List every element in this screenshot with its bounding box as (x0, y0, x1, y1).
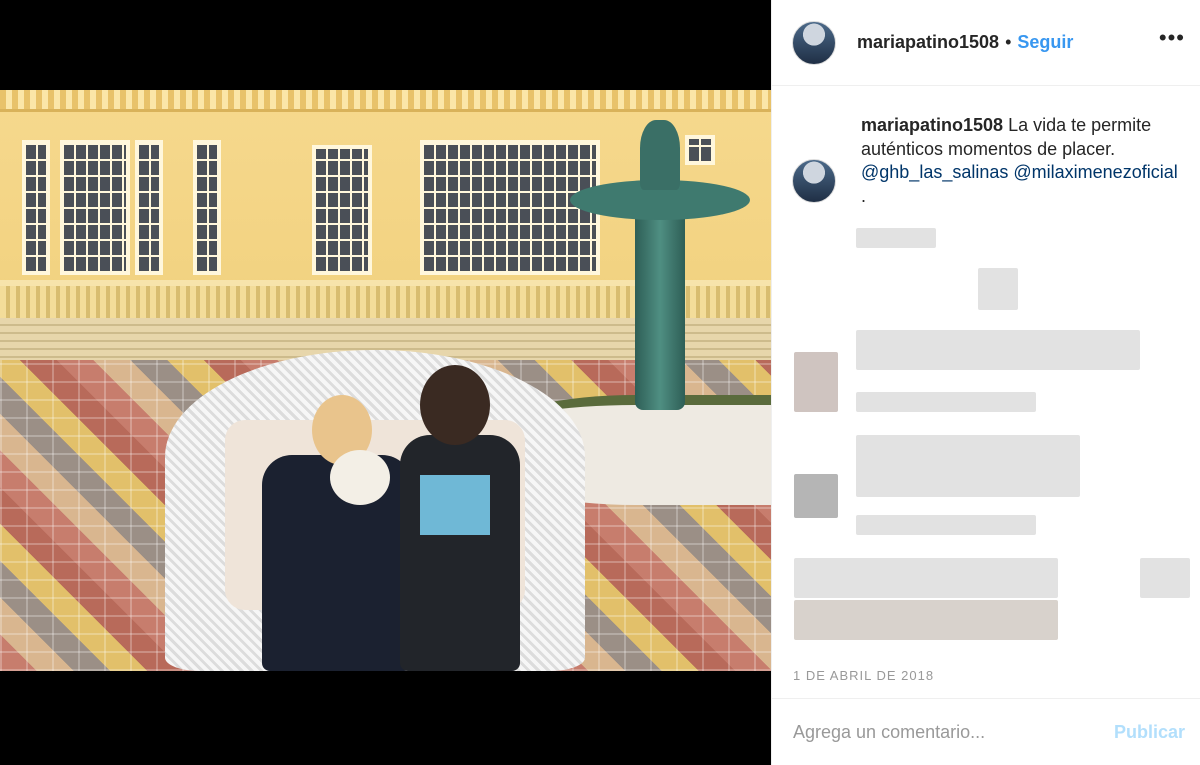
post-photo-pane (0, 0, 771, 765)
blurred-comment (856, 392, 1036, 412)
follow-button[interactable]: Seguir (1017, 32, 1073, 53)
post-sidebar: mariapatino1508 • Seguir ••• mariapatino… (771, 0, 1200, 765)
blurred-comment (978, 268, 1018, 310)
blurred-comment (856, 435, 1080, 497)
avatar[interactable] (792, 20, 836, 65)
photo-dog (330, 450, 390, 505)
photo-person-right (385, 365, 535, 671)
blurred-avatar (794, 352, 838, 412)
blurred-comment (856, 228, 936, 248)
caption-username[interactable]: mariapatino1508 (861, 115, 1003, 135)
publish-button[interactable]: Publicar (1114, 722, 1185, 743)
post-header: mariapatino1508 • Seguir ••• (772, 0, 1200, 86)
photo-fountain (570, 120, 750, 420)
caption-text: mariapatino1508 La vida te permite autén… (861, 114, 1191, 208)
post-date[interactable]: 1 DE ABRIL DE 2018 (793, 668, 934, 683)
header-username[interactable]: mariapatino1508 (857, 32, 999, 53)
blurred-avatar (794, 474, 838, 518)
blurred-comment (794, 600, 1058, 640)
caption-mention[interactable]: @milaximenezoficial (1013, 162, 1177, 182)
comment-input[interactable] (793, 721, 1114, 743)
more-options-icon[interactable]: ••• (1159, 27, 1185, 49)
blurred-comment (1140, 558, 1190, 598)
caption-avatar[interactable] (792, 159, 836, 203)
header-separator: • (1005, 32, 1012, 52)
post-photo[interactable] (0, 90, 771, 671)
blurred-comment (856, 515, 1036, 535)
caption-mention[interactable]: @ghb_las_salinas (861, 162, 1008, 182)
blurred-comment (856, 330, 1140, 370)
blurred-comment (794, 558, 1058, 598)
comment-bar: Publicar (772, 698, 1200, 765)
caption-trailing: . (861, 185, 867, 206)
